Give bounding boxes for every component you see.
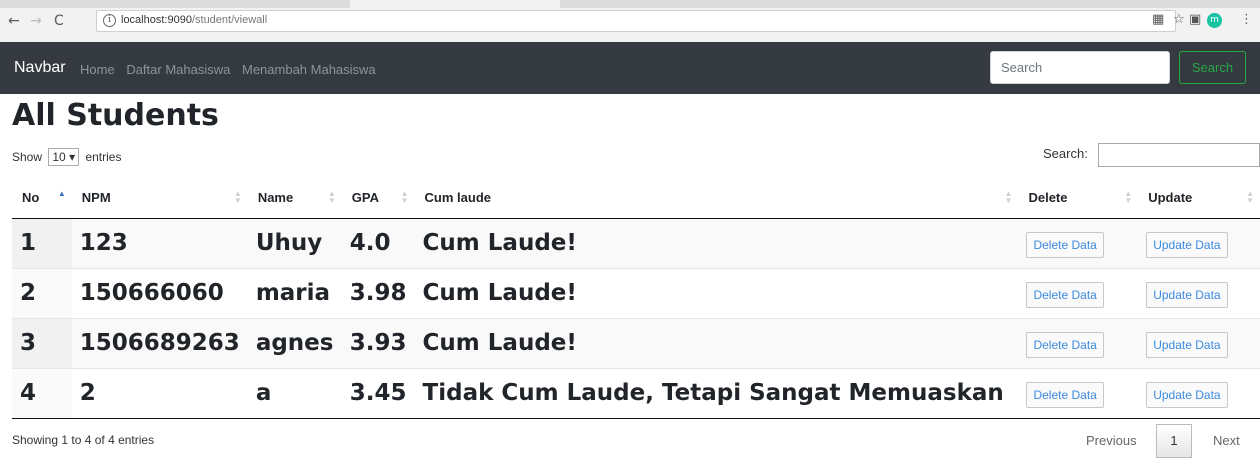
cell-gpa: 3.45 bbox=[341, 368, 415, 419]
cell-cum-laude: Cum Laude! bbox=[414, 268, 1019, 319]
table-header: No ▲ NPM ▲ ▼ Name ▲ ▼ GPA ▲ ▼ Cum laude ▲ ▼ Delet… bbox=[12, 178, 1260, 219]
profile-avatar[interactable]: m bbox=[1207, 13, 1222, 28]
cell-npm: 2 bbox=[71, 368, 248, 419]
update-data-button[interactable]: Update Data bbox=[1146, 331, 1228, 358]
column-header-gpa[interactable]: GPA ▲ ▼ bbox=[341, 178, 415, 219]
extension-icon[interactable]: ▣ bbox=[1189, 12, 1201, 28]
cell-no: 4 bbox=[12, 368, 72, 419]
sort-icon: ▲ ▼ bbox=[1004, 189, 1013, 205]
browser-chrome: ← → C i localhost:9090/student/viewall ▦… bbox=[0, 0, 1260, 42]
star-icon[interactable]: ☆ bbox=[1173, 12, 1185, 28]
cell-npm: 123 bbox=[71, 218, 248, 269]
back-icon[interactable]: ← bbox=[8, 13, 20, 29]
cell-gpa: 3.93 bbox=[341, 318, 415, 369]
cell-name: a bbox=[247, 368, 342, 419]
cell-name: Uhuy bbox=[247, 218, 342, 269]
column-header-no[interactable]: No ▲ bbox=[12, 178, 72, 219]
entries-select[interactable]: 10 ▾ bbox=[48, 148, 80, 166]
table-search-input[interactable] bbox=[1098, 143, 1260, 167]
cell-cum-laude: Cum Laude! bbox=[414, 318, 1019, 369]
pagination-next[interactable]: Next bbox=[1213, 433, 1240, 448]
navbar-search-input[interactable]: Search bbox=[990, 51, 1170, 84]
table-row: 1 123 Uhuy 4.0 Cum Laude! Delete Data Up… bbox=[12, 218, 1260, 269]
delete-data-button[interactable]: Delete Data bbox=[1026, 381, 1104, 408]
table-row: 2 150666060 maria 3.98 Cum Laude! Delete… bbox=[12, 268, 1260, 319]
reload-icon[interactable]: C bbox=[54, 13, 64, 29]
students-table: No ▲ NPM ▲ ▼ Name ▲ ▼ GPA ▲ ▼ Cum laude ▲ ▼ Delet… bbox=[12, 178, 1260, 419]
delete-data-button[interactable]: Delete Data bbox=[1026, 331, 1104, 358]
table-info: Showing 1 to 4 of 4 entries bbox=[12, 433, 155, 447]
sort-icon: ▲ ▼ bbox=[327, 189, 336, 205]
menu-icon[interactable]: ⋮ bbox=[1240, 12, 1253, 28]
nav-link-daftar-mahasiswa[interactable]: Daftar Mahasiswa bbox=[126, 62, 230, 77]
delete-data-button[interactable]: Delete Data bbox=[1026, 231, 1104, 258]
table-row: 4 2 a 3.45 Tidak Cum Laude, Tetapi Sanga… bbox=[12, 368, 1260, 419]
column-header-update[interactable]: Update ▲ ▼ bbox=[1138, 178, 1260, 219]
cell-name: maria bbox=[247, 268, 342, 319]
table-search: Search: bbox=[1043, 143, 1260, 167]
sort-icon: ▲ ▼ bbox=[233, 189, 242, 205]
cell-name: agnes bbox=[247, 318, 342, 369]
column-header-delete[interactable]: Delete ▲ ▼ bbox=[1018, 178, 1139, 219]
column-header-cum-laude[interactable]: Cum laude ▲ ▼ bbox=[414, 178, 1019, 219]
cell-npm: 150666060 bbox=[71, 268, 248, 319]
update-data-button[interactable]: Update Data bbox=[1146, 381, 1228, 408]
translate-icon[interactable]: ▦ bbox=[1152, 12, 1164, 28]
tab-strip bbox=[0, 0, 1260, 8]
table-search-label: Search: bbox=[1043, 146, 1088, 161]
url-text: localhost:9090/student/viewall bbox=[121, 14, 268, 26]
update-data-button[interactable]: Update Data bbox=[1146, 231, 1228, 258]
cell-no: 3 bbox=[12, 318, 72, 369]
table-row: 3 1506689263 agnes 3.93 Cum Laude! Delet… bbox=[12, 318, 1260, 369]
address-bar[interactable]: i localhost:9090/student/viewall bbox=[96, 10, 1176, 32]
show-entries: Show 10 ▾ entries bbox=[12, 148, 122, 166]
sort-icon: ▲ ▼ bbox=[1246, 189, 1254, 205]
cell-npm: 1506689263 bbox=[71, 318, 248, 369]
navbar-search-button[interactable]: Search bbox=[1179, 51, 1246, 84]
info-icon[interactable]: i bbox=[103, 14, 116, 27]
forward-icon[interactable]: → bbox=[30, 13, 42, 29]
page-title: All Students bbox=[12, 98, 219, 133]
update-data-button[interactable]: Update Data bbox=[1146, 281, 1228, 308]
cell-gpa: 3.98 bbox=[341, 268, 415, 319]
sort-asc-icon: ▲ bbox=[57, 189, 66, 198]
column-header-name[interactable]: Name ▲ ▼ bbox=[247, 178, 342, 219]
sort-icon: ▲ ▼ bbox=[400, 189, 409, 205]
pagination-previous[interactable]: Previous bbox=[1086, 433, 1137, 448]
nav-link-home[interactable]: Home bbox=[80, 62, 115, 77]
cell-no: 1 bbox=[12, 218, 72, 269]
pagination-page-1[interactable]: 1 bbox=[1156, 424, 1192, 458]
delete-data-button[interactable]: Delete Data bbox=[1026, 281, 1104, 308]
navbar-brand[interactable]: Navbar bbox=[14, 59, 66, 77]
cell-cum-laude: Cum Laude! bbox=[414, 218, 1019, 269]
cell-no: 2 bbox=[12, 268, 72, 319]
sort-icon: ▲ ▼ bbox=[1124, 189, 1133, 205]
cell-gpa: 4.0 bbox=[341, 218, 415, 269]
nav-link-menambah-mahasiswa[interactable]: Menambah Mahasiswa bbox=[242, 62, 376, 77]
nav-links: Home Daftar Mahasiswa Menambah Mahasiswa bbox=[80, 62, 384, 77]
cell-cum-laude: Tidak Cum Laude, Tetapi Sangat Memuaskan bbox=[414, 368, 1019, 419]
column-header-npm[interactable]: NPM ▲ ▼ bbox=[71, 178, 248, 219]
